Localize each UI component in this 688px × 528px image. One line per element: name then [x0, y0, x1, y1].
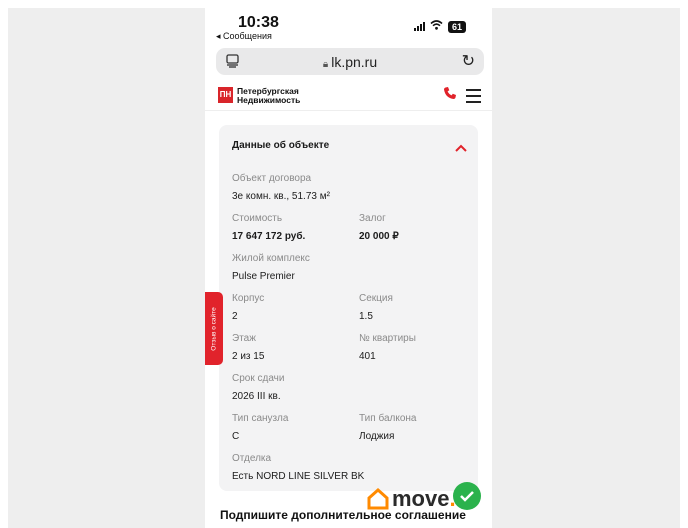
- menu-icon[interactable]: [466, 89, 481, 107]
- phone-screen: 10:38 ◂ Сообщения 61 🔒︎ lk.pn.ru ↻ ПН Пет…: [205, 8, 492, 528]
- field-residential-complex: Жилой комплекс Pulse Premier: [232, 253, 310, 282]
- phone-icon[interactable]: [443, 86, 457, 105]
- watermark-name: move: [392, 486, 450, 511]
- url-text: lk.pn.ru: [331, 54, 378, 70]
- field-price: Стоимость 17 647 172 руб.: [232, 213, 306, 242]
- reload-icon[interactable]: ↻: [462, 51, 475, 71]
- field-completion-date: Срок сдачи 2026 III кв.: [232, 373, 285, 402]
- field-section: Секция 1.5: [359, 293, 393, 322]
- logo-line-2: Недвижимость: [237, 95, 301, 105]
- field-apartment-number: № квартиры 401: [359, 333, 416, 362]
- status-time: 10:38: [238, 14, 279, 31]
- site-header: ПН Петербургская Недвижимость: [205, 80, 492, 111]
- battery-icon: 61: [447, 20, 466, 33]
- field-contract-object: Объект договора 3е комн. кв., 51.73 м²: [232, 173, 330, 202]
- back-to-messages-link[interactable]: ◂ Сообщения: [216, 31, 272, 42]
- logo-text[interactable]: Петербургская Недвижимость: [237, 87, 300, 105]
- object-details-card: Данные об объекте Объект договора 3е ком…: [219, 125, 478, 491]
- field-bathroom-type: Тип санузла С: [232, 413, 289, 442]
- field-building: Корпус 2: [232, 293, 265, 322]
- field-deposit: Залог 20 000 ₽: [359, 213, 399, 242]
- chevron-up-icon[interactable]: [455, 139, 467, 157]
- lock-icon: 🔒︎: [322, 59, 329, 70]
- wifi-icon: [430, 20, 443, 33]
- card-title: Данные об объекте: [232, 140, 330, 151]
- field-floor: Этаж 2 из 15: [232, 333, 265, 362]
- address-bar[interactable]: 🔒︎ lk.pn.ru ↻: [216, 48, 484, 75]
- url-display[interactable]: 🔒︎ lk.pn.ru: [216, 54, 484, 70]
- check-badge-icon: [452, 482, 481, 510]
- watermark: move.ru: [366, 482, 482, 512]
- logo-icon[interactable]: ПН: [218, 87, 233, 103]
- signal-icon: [413, 22, 425, 31]
- status-icons: 61: [413, 20, 466, 33]
- field-balcony-type: Тип балкона Лоджия: [359, 413, 417, 442]
- feedback-tab-label: Отзыв о сайте: [210, 306, 218, 351]
- house-icon: [367, 487, 389, 510]
- field-finishing: Отделка Есть NORD LINE SILVER BK: [232, 453, 365, 482]
- feedback-tab[interactable]: Отзыв о сайте: [205, 292, 223, 365]
